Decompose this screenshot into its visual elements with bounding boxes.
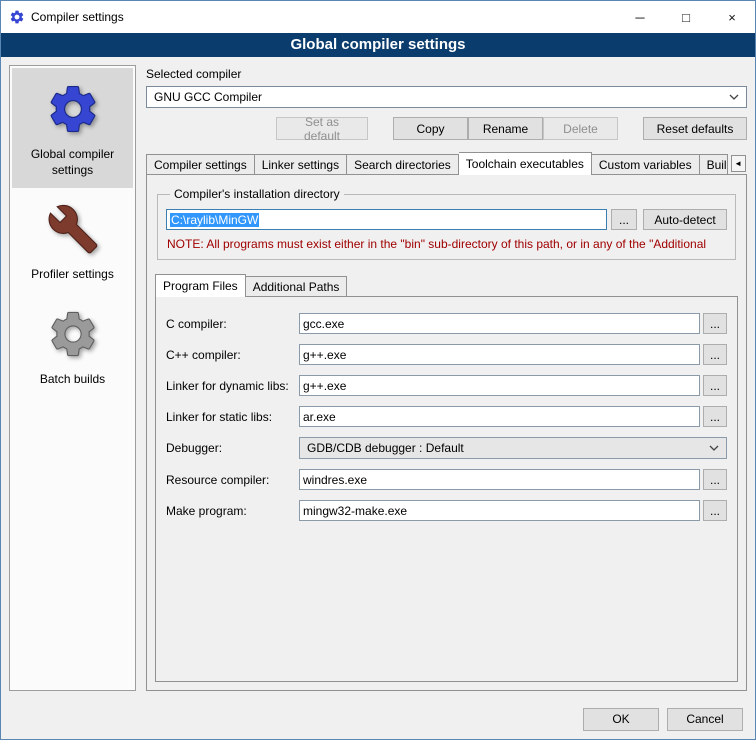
browse-button[interactable]: ... bbox=[703, 500, 727, 521]
cancel-button[interactable]: Cancel bbox=[667, 708, 743, 731]
toolchain-executables-panel: Compiler's installation directory C:\ray… bbox=[146, 174, 747, 691]
install-dir-selected-text: C:\raylib\MinGW bbox=[170, 213, 259, 227]
make-program-value: mingw32-make.exe bbox=[303, 504, 407, 518]
program-files-tab-strip: Program Files Additional Paths bbox=[155, 274, 738, 297]
sidebar-item-label: Batch builds bbox=[40, 372, 105, 388]
browse-button[interactable]: ... bbox=[703, 375, 727, 396]
main-content: Selected compiler GNU GCC Compiler Set a… bbox=[146, 65, 747, 691]
static-linker-value: ar.exe bbox=[303, 410, 336, 424]
installation-directory-row: C:\raylib\MinGW ... Auto-detect bbox=[166, 209, 727, 230]
installation-directory-groupbox: Compiler's installation directory C:\ray… bbox=[157, 187, 736, 260]
field-row-cpp-compiler: C++ compiler: g++.exe ... bbox=[166, 344, 727, 365]
close-icon[interactable]: × bbox=[709, 1, 755, 33]
c-compiler-value: gcc.exe bbox=[303, 317, 344, 331]
tab-search-directories[interactable]: Search directories bbox=[347, 154, 459, 175]
maximize-icon[interactable]: □ bbox=[663, 1, 709, 33]
sidebar-item-profiler-settings[interactable]: Profiler settings bbox=[12, 188, 133, 293]
chevron-down-icon bbox=[729, 94, 739, 100]
settings-sidebar: Global compiler settings Profiler settin… bbox=[9, 65, 136, 691]
compiler-button-row: Set as default Copy Rename Delete Reset … bbox=[146, 117, 747, 140]
gear-gray-icon bbox=[42, 303, 104, 365]
rename-button[interactable]: Rename bbox=[468, 117, 543, 140]
field-row-debugger: Debugger: GDB/CDB debugger : Default bbox=[166, 437, 727, 459]
window-title: Compiler settings bbox=[31, 10, 124, 24]
field-label: Make program: bbox=[166, 504, 299, 518]
cpp-compiler-value: g++.exe bbox=[303, 348, 346, 362]
c-compiler-input[interactable]: gcc.exe bbox=[299, 313, 700, 334]
selected-compiler-dropdown[interactable]: GNU GCC Compiler bbox=[146, 86, 747, 108]
browse-button[interactable]: ... bbox=[703, 344, 727, 365]
tab-compiler-settings[interactable]: Compiler settings bbox=[146, 154, 255, 175]
tab-scroll-buttons: ◄ ► bbox=[728, 155, 747, 172]
field-label: C compiler: bbox=[166, 317, 299, 331]
chevron-down-icon bbox=[709, 445, 719, 451]
debugger-dropdown[interactable]: GDB/CDB debugger : Default bbox=[299, 437, 727, 459]
field-row-dynamic-linker: Linker for dynamic libs: g++.exe ... bbox=[166, 375, 727, 396]
set-as-default-button[interactable]: Set as default bbox=[276, 117, 368, 140]
field-label: C++ compiler: bbox=[166, 348, 299, 362]
reset-defaults-button[interactable]: Reset defaults bbox=[643, 117, 747, 140]
ok-button[interactable]: OK bbox=[583, 708, 659, 731]
browse-button[interactable]: ... bbox=[703, 313, 727, 334]
bin-subdirectory-note: NOTE: All programs must exist either in … bbox=[167, 237, 726, 251]
field-row-make-program: Make program: mingw32-make.exe ... bbox=[166, 500, 727, 521]
gear-icon bbox=[42, 78, 104, 140]
tab-build-options-truncated[interactable]: Buil bbox=[700, 154, 728, 175]
make-program-input[interactable]: mingw32-make.exe bbox=[299, 500, 700, 521]
titlebar: Compiler settings ─ □ × bbox=[1, 1, 755, 33]
install-dir-browse-button[interactable]: ... bbox=[611, 209, 637, 230]
auto-detect-button[interactable]: Auto-detect bbox=[643, 209, 727, 230]
delete-button[interactable]: Delete bbox=[543, 117, 618, 140]
copy-button[interactable]: Copy bbox=[393, 117, 468, 140]
field-row-static-linker: Linker for static libs: ar.exe ... bbox=[166, 406, 727, 427]
tab-program-files[interactable]: Program Files bbox=[155, 274, 246, 297]
resource-compiler-value: windres.exe bbox=[303, 473, 367, 487]
field-row-resource-compiler: Resource compiler: windres.exe ... bbox=[166, 469, 727, 490]
cpp-compiler-input[interactable]: g++.exe bbox=[299, 344, 700, 365]
installation-directory-label: Compiler's installation directory bbox=[170, 187, 344, 201]
page-title: Global compiler settings bbox=[1, 33, 755, 57]
dialog-footer: OK Cancel bbox=[1, 699, 755, 739]
settings-tab-strip: Compiler settings Linker settings Search… bbox=[146, 152, 747, 175]
sidebar-item-label: Global compiler settings bbox=[16, 147, 129, 178]
sidebar-item-batch-builds[interactable]: Batch builds bbox=[12, 293, 133, 398]
profiler-icon bbox=[42, 198, 104, 260]
field-row-c-compiler: C compiler: gcc.exe ... bbox=[166, 313, 727, 334]
field-label: Linker for static libs: bbox=[166, 410, 299, 424]
field-label: Linker for dynamic libs: bbox=[166, 379, 299, 393]
browse-button[interactable]: ... bbox=[703, 469, 727, 490]
tab-additional-paths[interactable]: Additional Paths bbox=[246, 276, 348, 297]
tab-scroll-left-icon[interactable]: ◄ bbox=[731, 155, 746, 172]
selected-compiler-label: Selected compiler bbox=[146, 67, 747, 81]
compiler-settings-window: Compiler settings ─ □ × Global compiler … bbox=[0, 0, 756, 740]
dynamic-linker-value: g++.exe bbox=[303, 379, 346, 393]
field-label: Debugger: bbox=[166, 441, 299, 455]
static-linker-input[interactable]: ar.exe bbox=[299, 406, 700, 427]
field-label: Resource compiler: bbox=[166, 473, 299, 487]
sidebar-item-global-compiler-settings[interactable]: Global compiler settings bbox=[12, 68, 133, 188]
browse-button[interactable]: ... bbox=[703, 406, 727, 427]
sidebar-item-label: Profiler settings bbox=[31, 267, 114, 283]
program-files-panel: C compiler: gcc.exe ... C++ compiler: g+… bbox=[155, 296, 738, 682]
dynamic-linker-input[interactable]: g++.exe bbox=[299, 375, 700, 396]
debugger-value: GDB/CDB debugger : Default bbox=[307, 441, 464, 455]
selected-compiler-value: GNU GCC Compiler bbox=[154, 90, 262, 104]
install-dir-input[interactable]: C:\raylib\MinGW bbox=[166, 209, 607, 230]
resource-compiler-input[interactable]: windres.exe bbox=[299, 469, 700, 490]
tab-custom-variables[interactable]: Custom variables bbox=[592, 154, 700, 175]
minimize-icon[interactable]: ─ bbox=[617, 1, 663, 33]
tab-linker-settings[interactable]: Linker settings bbox=[255, 154, 347, 175]
window-icon bbox=[9, 9, 25, 25]
tab-toolchain-executables[interactable]: Toolchain executables bbox=[459, 152, 592, 175]
window-controls: ─ □ × bbox=[617, 1, 755, 33]
dialog-body: Global compiler settings Profiler settin… bbox=[1, 57, 755, 699]
